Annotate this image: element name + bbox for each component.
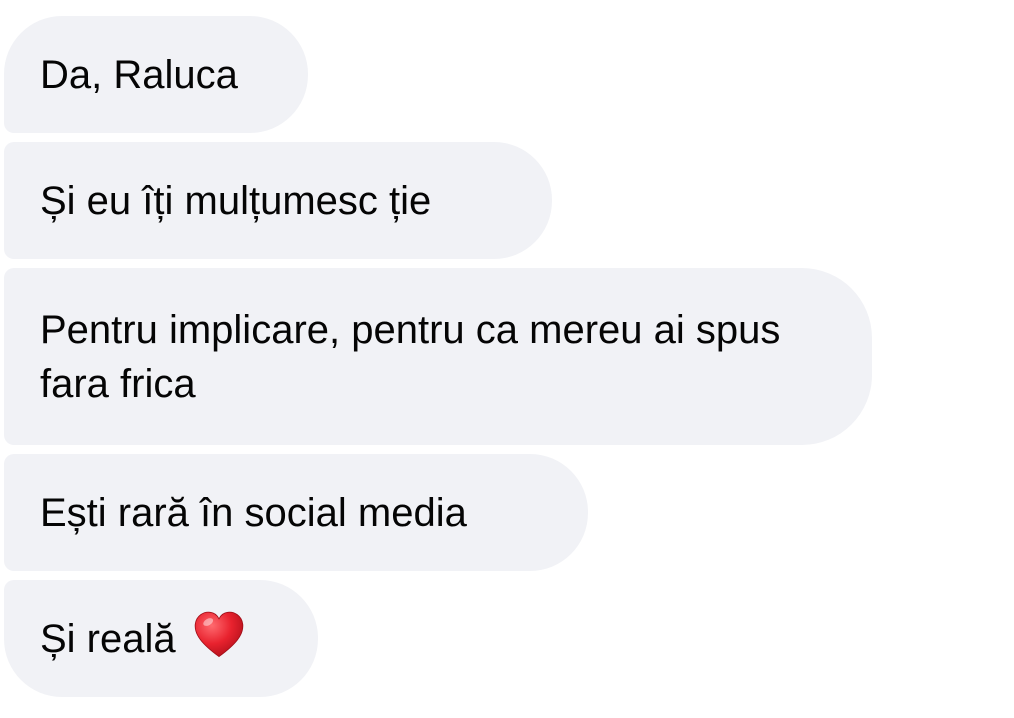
message-text: Și reală (40, 616, 176, 661)
message-text: Da, Raluca (40, 52, 238, 97)
message-content: Și reală (40, 611, 246, 666)
heart-icon (194, 611, 243, 657)
message-bubble[interactable]: Da, Raluca (4, 16, 308, 133)
message-bubble[interactable]: Și reală (4, 580, 318, 697)
message-text: Și eu îți mulțumesc ție (40, 178, 432, 223)
message-text: Pentru implicare, pentru ca mereu ai spu… (40, 307, 792, 406)
message-bubble[interactable]: Și eu îți mulțumesc ție (4, 142, 552, 259)
message-bubble[interactable]: Pentru implicare, pentru ca mereu ai spu… (4, 268, 872, 445)
message-bubble[interactable]: Ești rară în social media (4, 454, 588, 571)
message-text: Ești rară în social media (40, 490, 467, 535)
message-thread: Da, Raluca Și eu îți mulțumesc ție Pentr… (0, 0, 1014, 718)
